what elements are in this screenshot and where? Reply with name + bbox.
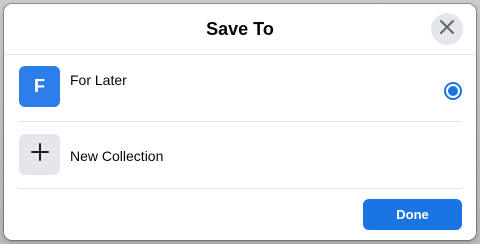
new-collection-thumbnail	[19, 134, 60, 175]
plus-icon	[30, 142, 50, 167]
collection-thumbnail: F	[19, 66, 60, 107]
divider	[18, 188, 462, 189]
done-button[interactable]: Done	[363, 199, 462, 230]
dialog-title: Save To	[206, 19, 274, 39]
divider	[18, 121, 462, 122]
new-collection-label: New Collection	[70, 148, 164, 164]
collection-item-for-later[interactable]: F For Later	[4, 60, 476, 120]
save-to-dialog: Save To F For Later New Collection Done	[4, 4, 476, 240]
collection-label: For Later	[70, 72, 127, 88]
new-collection-item[interactable]: New Collection	[4, 128, 476, 188]
dialog-header: Save To	[4, 4, 476, 55]
close-button[interactable]	[431, 13, 463, 45]
selected-radio[interactable]	[444, 82, 462, 100]
close-icon	[439, 19, 455, 40]
radio-dot	[448, 86, 458, 96]
